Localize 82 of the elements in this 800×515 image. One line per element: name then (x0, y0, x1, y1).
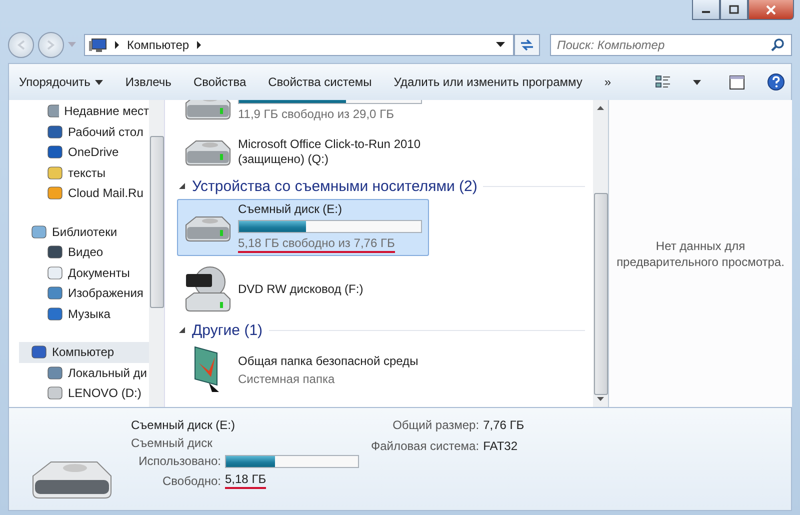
nav-icon (47, 124, 63, 140)
breadcrumb[interactable]: Компьютер (127, 38, 190, 52)
maximize-button[interactable] (720, 0, 748, 20)
item-type: Системная папка (238, 372, 336, 386)
free-value: 5,18 ГБ (225, 472, 266, 489)
minimize-button[interactable] (692, 0, 720, 20)
nav-icon (47, 185, 63, 202)
maximize-icon (729, 5, 739, 14)
toolbar-button[interactable]: Извлечь (125, 75, 172, 89)
free-space-text: 11,9 ГБ свободно из 29,0 ГБ (238, 107, 395, 121)
drive-item[interactable]: Microsoft Office Click-to-Run 2010 (защищено) (Q:) (177, 132, 429, 172)
nav-icon (47, 306, 63, 322)
nav-item[interactable]: Видео (9, 242, 149, 262)
size-value: 7,76 ГБ (483, 418, 524, 432)
drive-name: Общая папка безопасной среды (238, 354, 420, 369)
drive-name: Съемный диск (E:) (238, 202, 343, 217)
drive-type: Съемный диск (131, 436, 214, 450)
refresh-button[interactable] (514, 34, 540, 56)
nav-item[interactable]: Изображения (9, 283, 149, 304)
nav-icon (47, 385, 63, 402)
scrollbar[interactable] (593, 100, 608, 407)
free-label: Свободно: (162, 474, 221, 488)
nav-icon (47, 164, 63, 181)
preview-message: Нет данных для предварительного просмотра. (616, 238, 786, 270)
group-header[interactable]: Устройства со съемными носителями (2) (192, 178, 478, 195)
free-space-text: 5,18 ГБ свободно из 7,76 ГБ (238, 236, 395, 253)
toolbar-button[interactable]: Свойства (193, 75, 246, 89)
nav-icon (47, 264, 63, 281)
refresh-icon (519, 38, 535, 52)
nav-item[interactable]: Музыка (9, 304, 149, 324)
nav-item[interactable]: Компьютер (19, 342, 149, 362)
breadcrumb-arrow-icon (113, 41, 121, 49)
drive-name: DVD RW дисковод (F:) (238, 282, 364, 296)
nav-icon (47, 244, 63, 260)
nav-item[interactable]: Рабочий стол (9, 122, 149, 142)
toolbar-button[interactable]: Свойства системы (268, 75, 372, 89)
close-button[interactable] (748, 0, 794, 20)
search-icon (771, 38, 785, 52)
search-field[interactable]: Поиск: Компьютер (550, 34, 792, 56)
nav-item[interactable]: LENOVO (D:) (9, 383, 149, 404)
scroll-up-icon[interactable] (597, 106, 604, 110)
drive-item[interactable]: DVD RW дисковод (F:) (177, 262, 429, 316)
nav-item[interactable]: Документы (9, 262, 149, 283)
drive-name: Microsoft Office Click-to-Run 2010 (защищено) (Q:) (238, 137, 422, 167)
computer-icon (89, 38, 107, 52)
preview-pane-icon[interactable] (729, 74, 746, 90)
breadcrumb-arrow-icon (195, 41, 204, 49)
nav-icon (31, 344, 47, 360)
nav-icon (47, 285, 63, 302)
nav-item[interactable]: Недавние мест (9, 101, 149, 122)
nav-item[interactable]: OneDrive (9, 142, 149, 162)
view-options-icon[interactable] (655, 74, 672, 90)
filesystem-value: FAT32 (483, 439, 519, 453)
drive-item[interactable]: Съемный диск (E:) 5,18 ГБ свободно из 7,76 ГБ (177, 199, 429, 256)
help-icon[interactable] (767, 73, 786, 91)
nav-icon (47, 103, 60, 120)
dropdown-caret-icon (496, 42, 505, 48)
more-button[interactable]: » (604, 75, 612, 89)
drive-item[interactable]: 11,9 ГБ свободно из 29,0 ГБ (177, 100, 429, 126)
organize-menu[interactable]: Упорядочить (19, 75, 104, 89)
nav-icon (31, 224, 47, 240)
caret-icon[interactable] (693, 80, 702, 84)
scroll-down-icon[interactable] (597, 397, 604, 401)
drive-name: Съемный диск (E:) (131, 418, 236, 432)
filesystem-label: Файловая система: (371, 439, 480, 453)
collapse-arrow-icon[interactable] (179, 327, 186, 334)
nav-icon (47, 144, 63, 160)
scrollbar[interactable] (149, 100, 164, 407)
size-label: Общий размер: (392, 418, 480, 432)
caret-icon (95, 80, 104, 84)
drive-item[interactable]: Общая папка безопасной среды Системная папка (177, 343, 489, 397)
nav-item[interactable]: Локальный ди (9, 362, 149, 383)
collapse-arrow-icon[interactable] (179, 183, 186, 190)
nav-item[interactable]: Библиотеки (9, 222, 149, 242)
group-header[interactable]: Другие (1) (192, 322, 263, 339)
nav-item[interactable]: Cloud Mail.Ru (9, 183, 149, 204)
nav-item[interactable]: тексты (9, 162, 149, 183)
address-bar[interactable]: Компьютер (84, 34, 514, 56)
close-icon (765, 4, 777, 14)
nav-icon (47, 364, 63, 381)
used-label: Использовано: (138, 454, 221, 468)
toolbar-button[interactable]: Удалить или изменить программу (394, 75, 582, 89)
